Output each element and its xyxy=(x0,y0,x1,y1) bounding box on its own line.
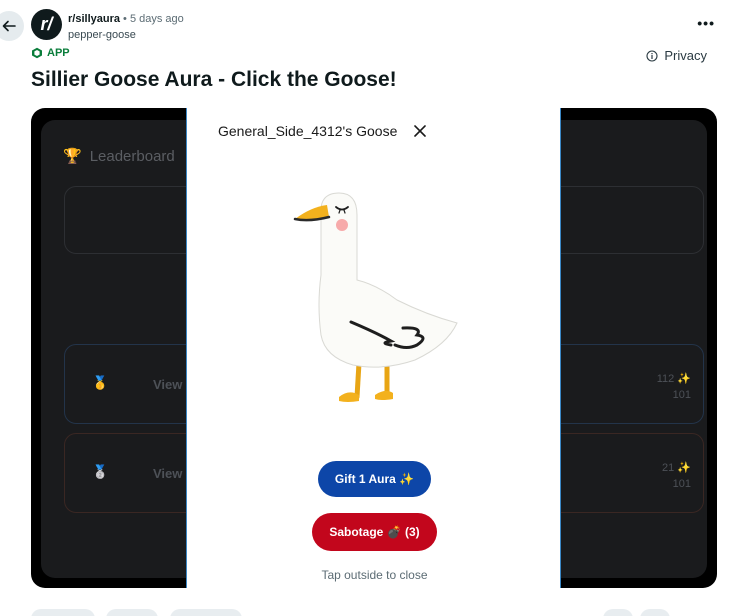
award-pill[interactable] xyxy=(170,609,242,616)
app-badge-label: APP xyxy=(47,47,70,59)
member-count: 101 xyxy=(672,478,691,490)
privacy-label: Privacy xyxy=(664,48,707,63)
gift-aura-button[interactable]: Gift 1 Aura ✨ xyxy=(318,461,431,497)
gold-medal-icon: 🥇 xyxy=(92,375,109,390)
info-icon xyxy=(646,49,658,62)
row-stats: 112 ✨ 101 xyxy=(657,371,691,403)
post-title[interactable]: Sillier Goose Aura - Click the Goose! xyxy=(31,68,397,92)
post-time: 5 days ago xyxy=(129,13,184,25)
subreddit-name[interactable]: r/sillyaura xyxy=(68,13,120,25)
app-cube-icon xyxy=(32,47,42,59)
subreddit-avatar[interactable]: r/ xyxy=(31,9,62,40)
share-pill[interactable] xyxy=(603,609,633,616)
sabotage-button[interactable]: Sabotage 💣 (3) xyxy=(312,513,437,551)
close-icon[interactable] xyxy=(413,124,427,138)
post-header: r/sillyaura • 5 days ago pepper-goose xyxy=(68,12,184,42)
vote-pill[interactable] xyxy=(31,609,95,616)
more-options-button[interactable]: ••• xyxy=(697,16,715,30)
back-button[interactable] xyxy=(0,11,24,41)
comments-pill[interactable] xyxy=(106,609,158,616)
separator-dot: • xyxy=(123,13,127,25)
modal-title: General_Side_4312's Goose xyxy=(218,123,398,139)
app-badge: APP xyxy=(31,47,70,59)
post-author[interactable]: pepper-goose xyxy=(68,28,184,42)
arrow-left-icon xyxy=(2,20,16,32)
save-pill[interactable] xyxy=(640,609,670,616)
tap-outside-hint: Tap outside to close xyxy=(321,568,428,582)
aura-count: 112 ✨ xyxy=(656,373,691,385)
view-goose-button[interactable]: View xyxy=(153,377,182,392)
aura-count: 21 ✨ xyxy=(662,462,691,474)
silver-medal-icon: 🥈 xyxy=(92,464,109,479)
leaderboard-title: 🏆 Leaderboard xyxy=(63,147,175,166)
privacy-button[interactable]: Privacy xyxy=(646,48,707,63)
goose-modal: General_Side_4312's Goose Gift 1 Aura ✨ … xyxy=(186,108,561,588)
goose-illustration[interactable] xyxy=(287,185,467,410)
row-stats: 21 ✨ 101 xyxy=(662,460,691,492)
member-count: 101 xyxy=(672,389,691,401)
trophy-icon: 🏆 xyxy=(63,148,82,165)
view-goose-button[interactable]: View xyxy=(153,466,182,481)
